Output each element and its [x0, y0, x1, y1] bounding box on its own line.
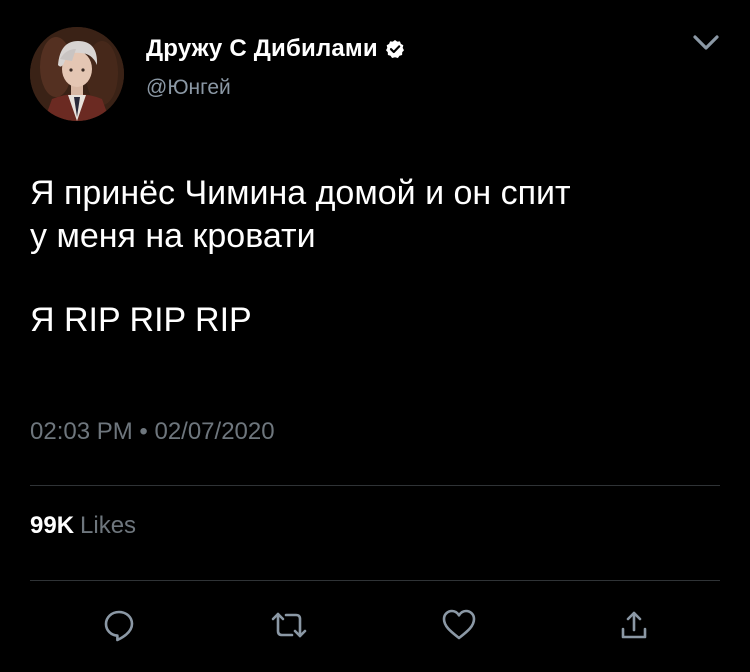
- author-handle[interactable]: @Юнгей: [146, 76, 231, 100]
- tweet-text: Я принёс Чимина домой и он спит у меня н…: [30, 172, 730, 342]
- reply-icon: [104, 610, 134, 642]
- tweet-text-line: Я RIP RIP RIP: [30, 301, 252, 339]
- verified-badge-icon: [385, 40, 404, 58]
- chevron-down-icon[interactable]: [690, 30, 722, 56]
- retweet-icon: [271, 612, 307, 638]
- tweet-card: Дружу С Дибилами @Юнгей Я принёс Чимина …: [0, 0, 750, 672]
- share-button[interactable]: [612, 603, 656, 647]
- likes-stat[interactable]: 99K Likes: [30, 512, 136, 540]
- tweet-text-line: у меня на кровати: [30, 217, 316, 255]
- divider: [30, 485, 720, 486]
- tweet-timestamp[interactable]: 02:03 PM • 02/07/2020: [30, 418, 275, 446]
- like-icon: [442, 609, 476, 640]
- likes-count: 99K: [30, 512, 75, 539]
- action-bar: [0, 603, 750, 651]
- author-name-row[interactable]: Дружу С Дибилами: [146, 34, 405, 64]
- display-name[interactable]: Дружу С Дибилами: [146, 35, 378, 63]
- avatar-image: [30, 27, 124, 121]
- like-button[interactable]: [437, 603, 481, 647]
- likes-label: Likes: [80, 512, 137, 539]
- tweet-text-line: Я принёс Чимина домой и он спит: [30, 174, 571, 212]
- divider: [30, 580, 720, 581]
- retweet-button[interactable]: [267, 603, 311, 647]
- share-icon: [621, 611, 647, 639]
- avatar[interactable]: [30, 27, 124, 121]
- reply-button[interactable]: [97, 603, 141, 647]
